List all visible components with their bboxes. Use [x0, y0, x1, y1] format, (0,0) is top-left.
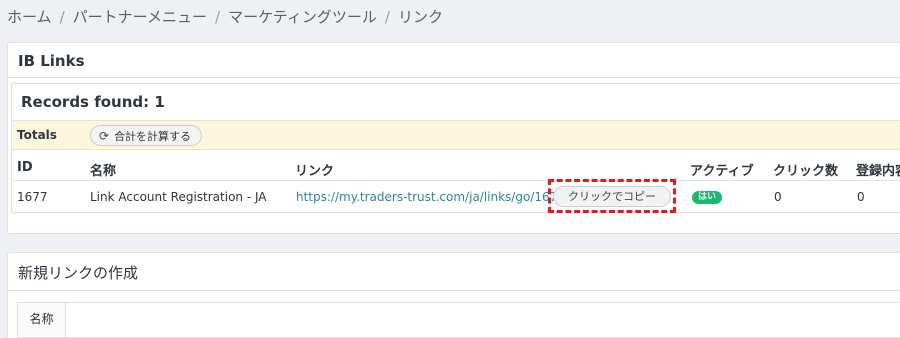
- column-header-name[interactable]: 名称: [90, 160, 116, 179]
- column-header-active[interactable]: アクティブ: [690, 160, 754, 179]
- column-header-clicks[interactable]: クリック数: [773, 160, 838, 179]
- cell-name: Link Account Registration - JA: [90, 190, 267, 204]
- breadcrumb: ホーム / パートナーメニュー / マーケティングツール / リンク: [7, 6, 443, 27]
- breadcrumb-home[interactable]: ホーム: [7, 8, 52, 26]
- cell-registrations: 0: [857, 190, 865, 204]
- cell-id: 1677: [17, 190, 48, 204]
- create-link-title: 新規リンクの作成: [18, 264, 139, 282]
- create-link-card: 新規リンクの作成 名称: [7, 252, 900, 338]
- copy-link-button[interactable]: クリックでコピー: [553, 186, 671, 207]
- column-header-link[interactable]: リンク: [295, 160, 334, 179]
- totals-bar: Totals ⟳ 合計を計算する: [12, 120, 900, 150]
- cell-link[interactable]: https://my.traders-trust.com/ja/links/go…: [296, 190, 565, 204]
- breadcrumb-partner-menu[interactable]: パートナーメニュー: [73, 8, 207, 26]
- ib-links-card: IB Links Records found: 1 Totals ⟳ 合計を計算…: [7, 42, 900, 234]
- totals-label: Totals: [17, 128, 57, 142]
- records-count: Records found: 1: [21, 93, 165, 111]
- name-field-label: 名称: [18, 303, 66, 337]
- card-title: IB Links: [18, 52, 85, 70]
- calculate-totals-button[interactable]: ⟳ 合計を計算する: [90, 125, 203, 146]
- breadcrumb-separator: /: [215, 8, 221, 26]
- refresh-icon: ⟳: [99, 128, 110, 143]
- breadcrumb-marketing-tools[interactable]: マーケティングツール: [228, 8, 377, 26]
- column-header-id[interactable]: ID: [17, 160, 33, 175]
- cell-clicks: 0: [774, 190, 782, 204]
- create-link-form: 名称: [17, 302, 900, 338]
- table-row: 1677 Link Account Registration - JA http…: [12, 179, 900, 213]
- breadcrumb-separator: /: [384, 8, 390, 26]
- divider: [8, 77, 900, 78]
- active-status-badge: はい: [692, 191, 723, 204]
- divider: [8, 290, 900, 291]
- breadcrumb-separator: /: [59, 8, 65, 26]
- records-panel: Records found: 1 Totals ⟳ 合計を計算する ID 名称 …: [11, 83, 900, 213]
- breadcrumb-current-links: リンク: [397, 8, 443, 26]
- column-header-registrations[interactable]: 登録内容: [856, 160, 900, 179]
- calculate-totals-label: 合計を計算する: [114, 129, 192, 143]
